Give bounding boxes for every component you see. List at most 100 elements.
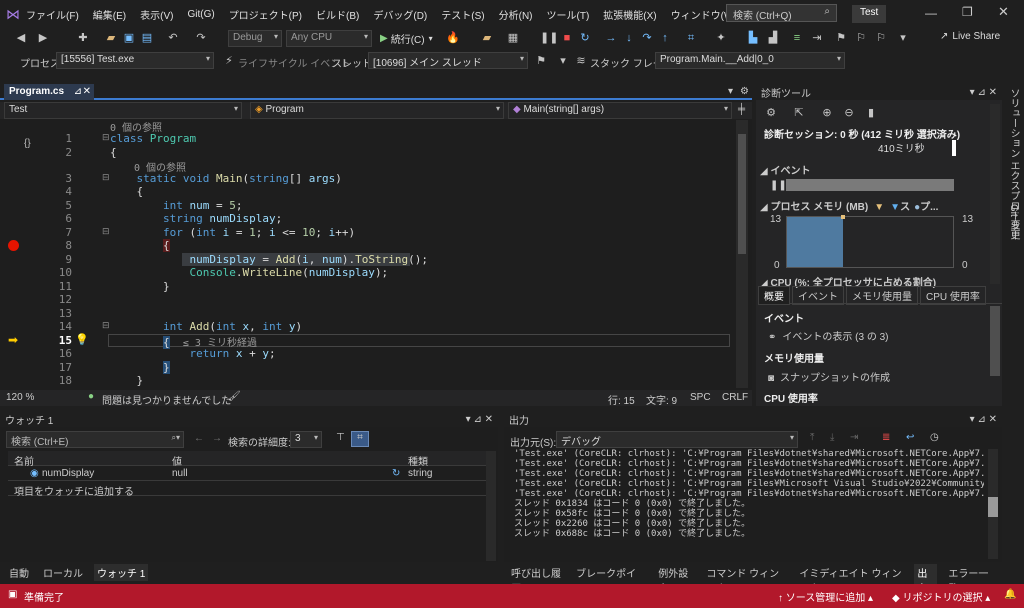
- diag-tab[interactable]: CPU 使用率: [920, 286, 986, 305]
- pin-icon[interactable]: ⊿: [74, 86, 82, 97]
- word-wrap-icon[interactable]: ↩: [906, 432, 914, 443]
- step-into-icon[interactable]: ↓: [622, 31, 636, 45]
- save-icon[interactable]: ▣: [122, 31, 136, 45]
- bar-chart-icon[interactable]: ▮: [864, 106, 878, 120]
- indent-icon[interactable]: ⇥: [810, 31, 824, 45]
- issues-status[interactable]: 問題は見つかりませんでした: [102, 392, 231, 407]
- git-changes-tab[interactable]: Git 変更: [1006, 204, 1021, 240]
- diag-tab[interactable]: メモリ使用量: [846, 286, 918, 305]
- code-line-7[interactable]: for (int i = 1; i <= 10; i++): [110, 226, 355, 239]
- menu-item[interactable]: デバッグ(D): [373, 7, 427, 22]
- hot-reload-icon[interactable]: 🔥: [446, 31, 460, 45]
- nav-class-select[interactable]: ◈ Program ▾: [250, 102, 504, 119]
- menu-item[interactable]: Git(G): [187, 9, 214, 20]
- show-events-link[interactable]: ⚭ イベントの表示 (3 の 3): [768, 328, 889, 343]
- table-row[interactable]: ◉ numDisplay null ↻ string: [8, 466, 488, 481]
- repository-button[interactable]: ◆ リポジトリの選択 ▴: [892, 589, 990, 604]
- source-control-button[interactable]: ↑ ソース管理に追加 ▴: [778, 589, 873, 604]
- code-line-1[interactable]: class Program: [110, 132, 196, 145]
- forward-icon[interactable]: ▶: [36, 31, 50, 45]
- menu-item[interactable]: テスト(S): [441, 7, 484, 22]
- take-snapshot-button[interactable]: ◙ スナップショットの作成: [768, 369, 890, 384]
- menu-item[interactable]: 表示(V): [140, 7, 173, 22]
- line-indicator[interactable]: 行: 15: [608, 392, 635, 407]
- solution-name-badge[interactable]: Test: [852, 5, 887, 23]
- menu-item[interactable]: 分析(N): [499, 7, 533, 22]
- code-line-10[interactable]: Console.WriteLine(numDisplay);: [110, 266, 388, 279]
- redo-icon[interactable]: ↷: [194, 31, 208, 45]
- format-icon[interactable]: ≡: [790, 31, 804, 45]
- diag-tab[interactable]: イベント: [792, 286, 844, 305]
- clock-icon[interactable]: ◷: [930, 432, 939, 443]
- close-tab-icon[interactable]: ✕: [83, 86, 91, 97]
- pin-icon[interactable]: ▾ ⊿ ✕: [466, 414, 493, 425]
- events-timeline[interactable]: [786, 179, 954, 191]
- code-line-15[interactable]: { ≤ 3 ミリ秒経過: [110, 334, 257, 349]
- menu-item[interactable]: 拡張機能(X): [603, 7, 656, 22]
- whitespace-indicator[interactable]: SPC: [690, 392, 711, 403]
- zoom-in-icon[interactable]: ⊕: [820, 106, 834, 120]
- nav-project-select[interactable]: Test ▾: [4, 102, 242, 119]
- depth-select[interactable]: 3 ▾: [290, 431, 322, 448]
- thread-select[interactable]: [10696] メイン スレッド ▾: [368, 52, 528, 69]
- new-item-icon[interactable]: ✚: [76, 31, 90, 45]
- collapse-icon[interactable]: ⊟: [102, 172, 110, 183]
- watch-row-value[interactable]: null: [172, 468, 188, 479]
- tool-tab[interactable]: ローカル: [40, 564, 86, 581]
- toolbar-overflow-icon[interactable]: ▾: [896, 31, 910, 45]
- export-icon[interactable]: ⇱: [792, 106, 806, 120]
- uncomment-icon[interactable]: ▟: [766, 31, 780, 45]
- folder-icon[interactable]: ▰: [480, 31, 494, 45]
- code-line-2[interactable]: {: [110, 146, 117, 159]
- minimize-button[interactable]: —: [925, 6, 937, 20]
- memory-section[interactable]: ◢ プロセス メモリ (MB) ▼ ▼ス ●プ...: [760, 198, 938, 213]
- code-line-9[interactable]: numDisplay = Add(i, num).ToString();: [110, 253, 427, 266]
- timeline-marker[interactable]: [952, 140, 956, 156]
- code-line-17[interactable]: }: [110, 361, 170, 374]
- close-button[interactable]: ✕: [998, 4, 1009, 20]
- tool-tab[interactable]: ウォッチ 1: [94, 564, 149, 581]
- hex-display-icon[interactable]: ⌗: [684, 31, 698, 45]
- code-lens-refs[interactable]: 0 個の参照: [110, 119, 162, 134]
- tab-program-cs[interactable]: Program.cs ⊿ ✕: [4, 84, 94, 100]
- lightbulb-icon[interactable]: 💡: [75, 333, 89, 346]
- bookmark-next-icon[interactable]: ⚐: [874, 31, 888, 45]
- window-layout-icon[interactable]: ▦: [506, 31, 520, 45]
- menu-item[interactable]: ツール(T): [547, 7, 590, 22]
- bookmark-icon[interactable]: ⚑: [834, 31, 848, 45]
- nav-member-select[interactable]: ◆ Main(string[] args) ▾: [508, 102, 732, 119]
- restart-icon[interactable]: ↻: [578, 31, 592, 45]
- continue-button[interactable]: ▶ 続行(C) ▾: [380, 31, 433, 46]
- code-line-18[interactable]: }: [110, 374, 143, 387]
- forward-icon[interactable]: →: [212, 433, 222, 444]
- breakpoint-icon[interactable]: [8, 240, 19, 251]
- flag-icon[interactable]: ⚑: [534, 54, 548, 68]
- undo-icon[interactable]: ↶: [166, 31, 180, 45]
- events-section[interactable]: ◢ イベント: [760, 162, 810, 177]
- watch-search-input[interactable]: 検索 (Ctrl+E) ⌕▾: [6, 431, 184, 448]
- back-icon[interactable]: ←: [194, 433, 204, 444]
- save-all-icon[interactable]: ▤: [140, 31, 154, 45]
- diag-tab[interactable]: 概要: [758, 286, 790, 305]
- restore-button[interactable]: ❐: [962, 5, 973, 19]
- pin-watch-icon[interactable]: ⊤: [336, 432, 345, 443]
- add-watch-row[interactable]: 項目をウォッチに追加する: [8, 481, 488, 498]
- brush-icon[interactable]: 🖌: [228, 391, 241, 402]
- zoom-out-icon[interactable]: ⊖: [842, 106, 856, 120]
- filter-icon[interactable]: ▾: [556, 54, 570, 68]
- search-box[interactable]: 検索 (Ctrl+Q) ⌕: [726, 4, 837, 22]
- watch-scrollbar[interactable]: [486, 451, 496, 561]
- watch-row-name[interactable]: numDisplay: [42, 468, 94, 479]
- col-indicator[interactable]: 文字: 9: [646, 392, 677, 407]
- menu-item[interactable]: ビルド(B): [316, 7, 359, 22]
- settings-icon[interactable]: ⚙: [740, 86, 749, 97]
- tab-list-icon[interactable]: ▾: [728, 86, 733, 97]
- code-line-16[interactable]: return x + y;: [110, 347, 275, 360]
- pin-icon[interactable]: ▾ ⊿ ✕: [970, 414, 997, 425]
- hex-toggle-icon[interactable]: ⌗: [351, 431, 369, 447]
- code-line-3[interactable]: static void Main(string[] args): [110, 172, 342, 185]
- code-line-6[interactable]: string numDisplay;: [110, 212, 282, 225]
- collapse-icon[interactable]: ⊟: [102, 320, 110, 331]
- code-line-8[interactable]: {: [110, 239, 170, 252]
- code-line-11[interactable]: }: [110, 280, 170, 293]
